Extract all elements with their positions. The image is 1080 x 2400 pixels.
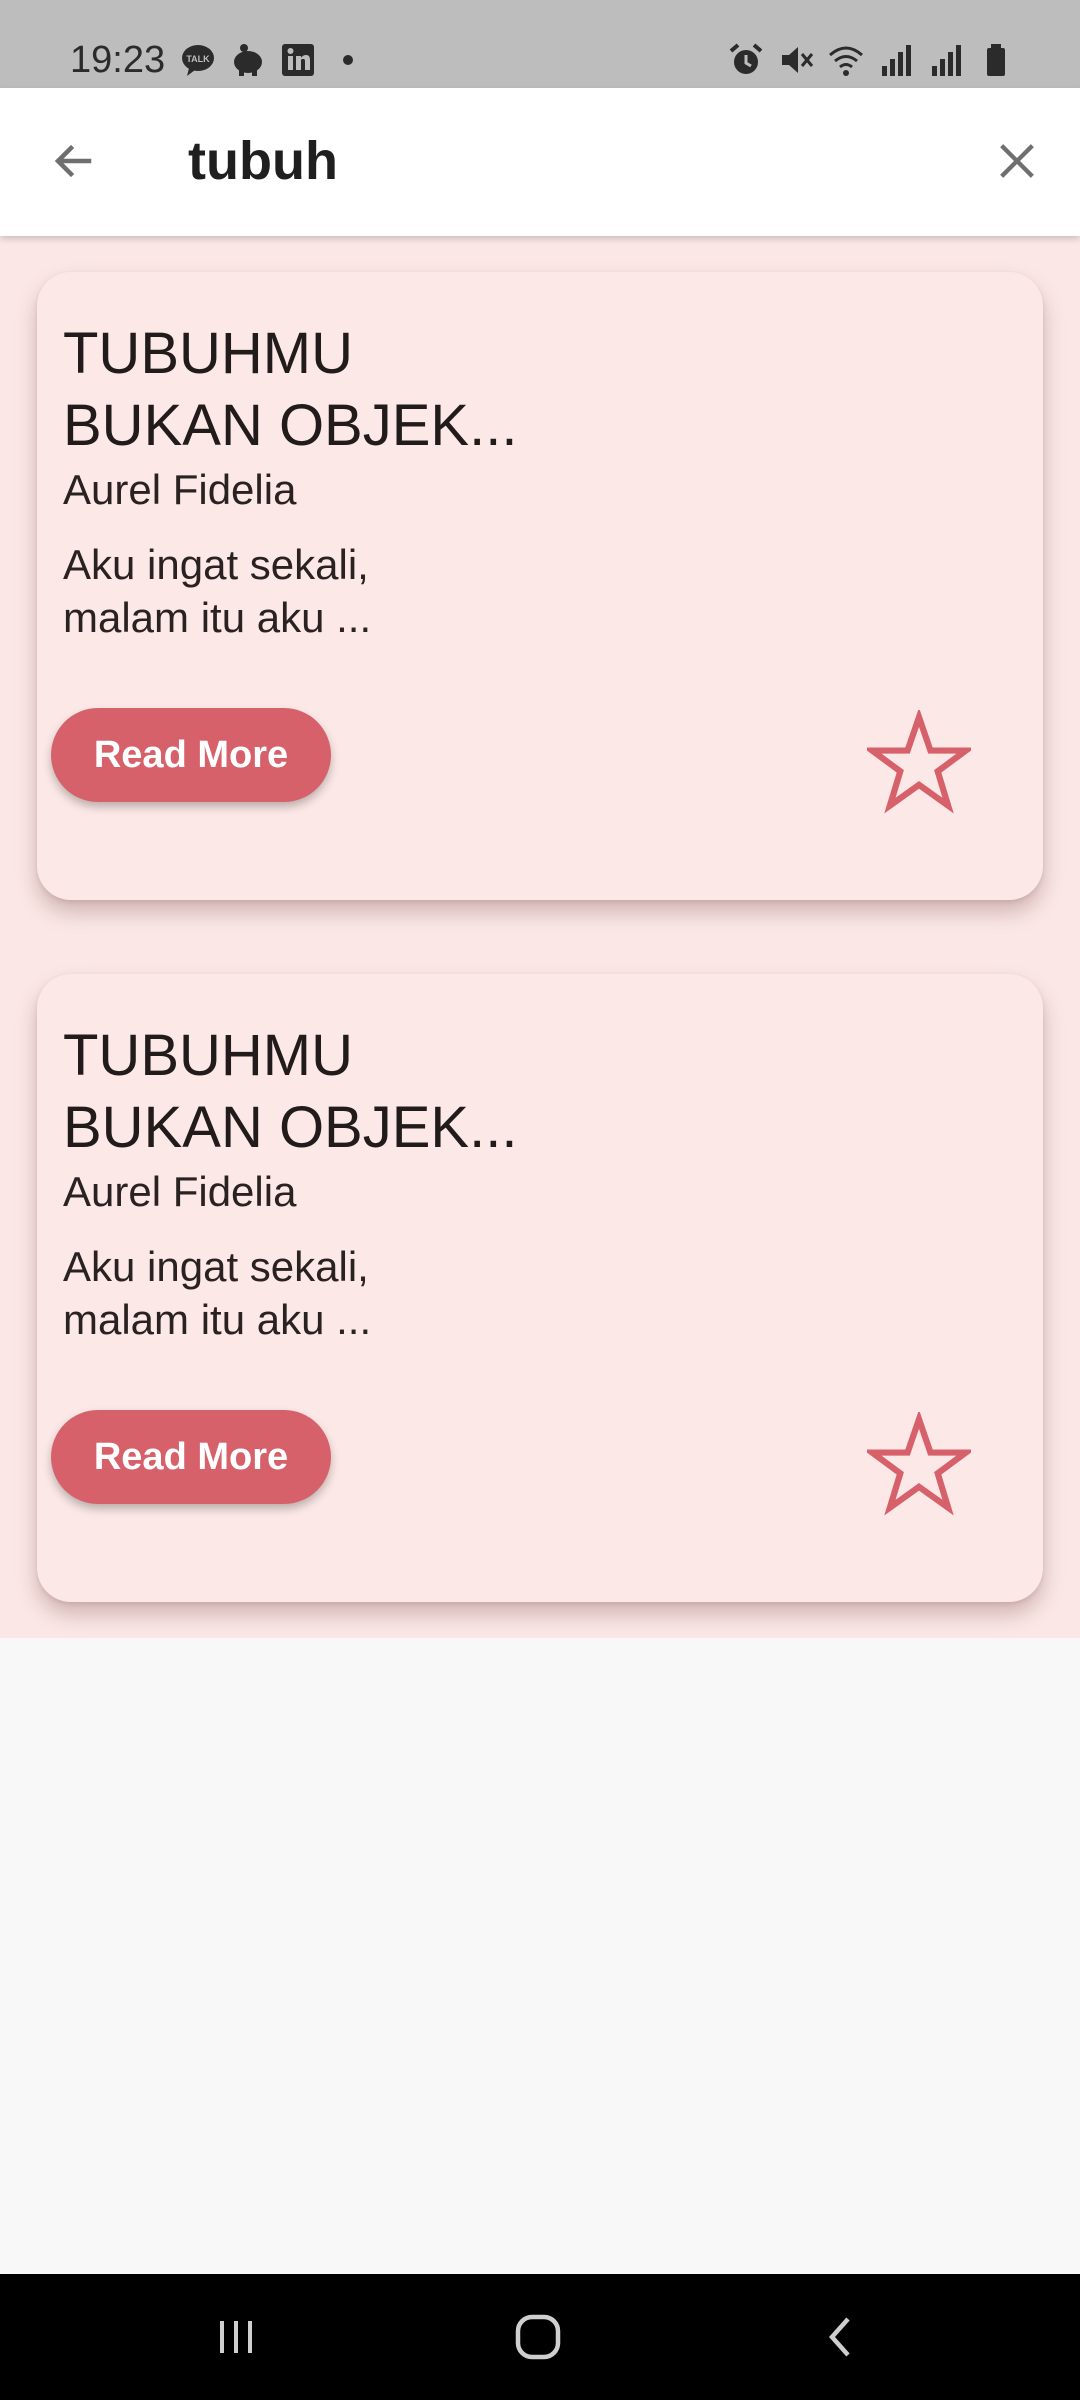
signal-icon	[928, 42, 964, 78]
linkedin-icon	[280, 42, 316, 78]
recent-apps-button[interactable]	[196, 2302, 276, 2372]
search-app-bar	[0, 88, 1080, 236]
svg-text:TALK: TALK	[186, 54, 210, 64]
story-excerpt: Aku ingat sekali, malam itu aku ...	[63, 1240, 483, 1346]
story-card: TUBUHMU BUKAN OBJEK... Aurel Fidelia Aku…	[37, 974, 1043, 1602]
story-author: Aurel Fidelia	[63, 1168, 297, 1215]
status-right-icons	[728, 40, 1014, 80]
favorite-button[interactable]	[862, 707, 976, 814]
recent-apps-icon	[220, 2321, 252, 2353]
home-button[interactable]	[498, 2302, 578, 2372]
back-nav-button[interactable]	[800, 2302, 880, 2372]
story-title-line: TUBUHMU	[63, 1023, 353, 1088]
story-excerpt-line: Aku ingat sekali,	[63, 1243, 369, 1290]
star-outline-icon	[862, 1409, 976, 1516]
navigation-bar	[0, 2274, 1080, 2400]
kakaotalk-icon: TALK	[180, 42, 216, 78]
alarm-icon	[728, 42, 764, 78]
status-time: 19:23	[70, 39, 166, 81]
arrow-left-icon	[54, 144, 92, 178]
story-excerpt-line: malam itu aku ...	[63, 594, 372, 641]
piggy-bank-icon	[230, 42, 266, 78]
favorite-button[interactable]	[862, 1409, 976, 1516]
signal-icon	[878, 42, 914, 78]
mute-icon	[778, 42, 814, 78]
star-outline-icon	[862, 707, 976, 814]
read-more-button[interactable]: Read More	[51, 1410, 331, 1504]
back-button[interactable]	[40, 128, 106, 194]
close-icon	[1000, 144, 1034, 178]
story-excerpt: Aku ingat sekali, malam itu aku ...	[63, 538, 483, 644]
story-title-line: BUKAN OBJEK...	[63, 1095, 518, 1160]
story-title: TUBUHMU BUKAN OBJEK...	[63, 1020, 623, 1164]
read-more-button[interactable]: Read More	[51, 708, 331, 802]
back-icon	[828, 2317, 850, 2357]
clear-search-button[interactable]	[984, 128, 1050, 194]
search-input[interactable]	[188, 118, 948, 204]
home-icon	[515, 2314, 561, 2360]
status-bar: 19:23 TALK	[0, 0, 1080, 88]
status-left-icons: TALK	[180, 40, 366, 80]
battery-icon	[978, 42, 1014, 78]
story-title: TUBUHMU BUKAN OBJEK...	[63, 318, 623, 462]
story-excerpt-line: Aku ingat sekali,	[63, 541, 369, 588]
notification-dot-icon	[330, 42, 366, 78]
story-title-line: BUKAN OBJEK...	[63, 393, 518, 458]
story-card: TUBUHMU BUKAN OBJEK... Aurel Fidelia Aku…	[37, 272, 1043, 900]
story-author: Aurel Fidelia	[63, 466, 297, 513]
wifi-icon	[828, 42, 864, 78]
story-title-line: TUBUHMU	[63, 321, 353, 386]
story-excerpt-line: malam itu aku ...	[63, 1296, 372, 1343]
results-list: TUBUHMU BUKAN OBJEK... Aurel Fidelia Aku…	[0, 236, 1080, 1638]
